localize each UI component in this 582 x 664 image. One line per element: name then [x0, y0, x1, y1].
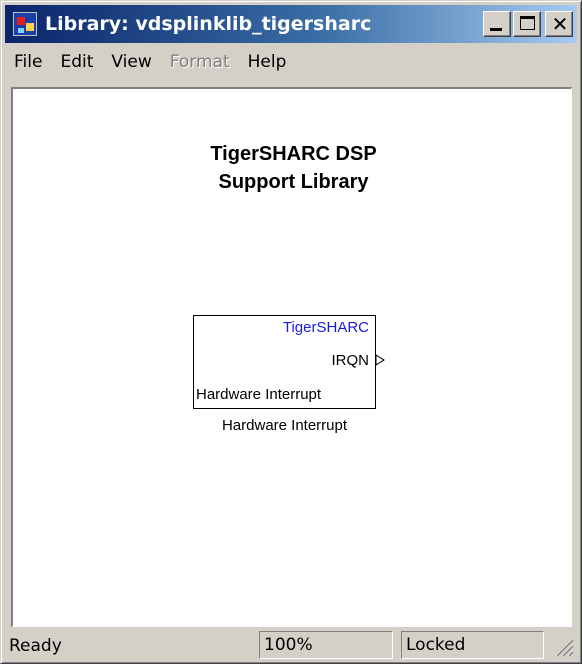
menu-file[interactable]: File: [5, 48, 51, 76]
hardware-interrupt-block[interactable]: TigerSHARC IRQN Hardware Interrupt: [193, 315, 376, 409]
model-canvas[interactable]: TigerSHARC DSP Support Library TigerSHAR…: [11, 87, 572, 627]
maximize-icon: [520, 16, 535, 30]
window-title: Library: vdsplinklib_tigersharc: [45, 13, 372, 35]
status-bar: Ready 100% Locked: [5, 631, 577, 661]
status-lock: Locked: [401, 631, 544, 659]
simulink-library-icon[interactable]: [13, 12, 37, 36]
block-output-port-label: IRQN: [331, 352, 370, 369]
menu-help[interactable]: Help: [239, 48, 296, 76]
close-icon: ✕: [551, 12, 569, 36]
title-bar[interactable]: Library: vdsplinklib_tigersharc ✕: [5, 5, 577, 43]
menu-view[interactable]: View: [102, 48, 160, 76]
maximize-button[interactable]: [513, 11, 541, 37]
resize-grip-icon[interactable]: [552, 635, 574, 657]
block-family-label: TigerSHARC: [282, 319, 369, 336]
minimize-button[interactable]: [483, 11, 511, 37]
status-zoom: 100%: [259, 631, 393, 659]
menu-edit[interactable]: Edit: [51, 48, 102, 76]
minimize-icon: [490, 28, 502, 31]
menu-bar: File Edit View Format Help: [5, 47, 577, 77]
library-title-line1: TigerSHARC DSP: [210, 143, 377, 165]
library-title-line2: Support Library: [218, 171, 369, 193]
status-state: Ready: [9, 636, 62, 656]
window-controls: ✕: [483, 11, 573, 37]
block-inner-label: Hardware Interrupt: [196, 386, 322, 403]
library-window: Library: vdsplinklib_tigersharc ✕ File E…: [0, 0, 582, 664]
menu-format: Format: [169, 52, 230, 72]
output-port-arrow-icon[interactable]: [375, 354, 385, 366]
block-caption[interactable]: Hardware Interrupt: [193, 417, 376, 434]
close-button[interactable]: ✕: [545, 11, 573, 37]
